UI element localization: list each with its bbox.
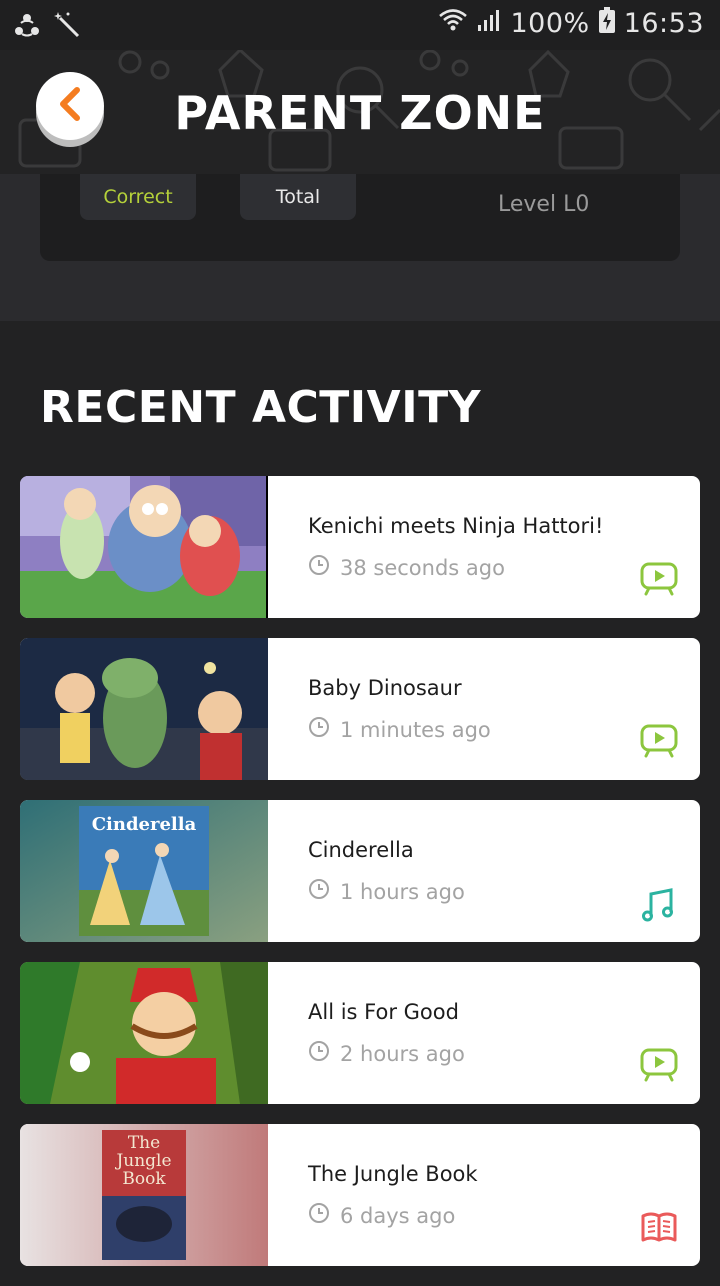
activity-time-text: 1 minutes ago [340, 717, 491, 742]
page-title: PARENT ZONE [174, 86, 546, 140]
activity-item[interactable]: All is For Good 2 hours ago [20, 962, 700, 1104]
battery-charging-icon [598, 6, 616, 41]
activity-time-text: 6 days ago [340, 1203, 456, 1228]
thumbnail-title: The Jungle Book [116, 1133, 172, 1189]
header: PARENT ZONE [0, 50, 720, 174]
stats-card: Correct Total Level L0 [40, 174, 680, 261]
clock-icon [308, 878, 330, 905]
activity-item[interactable]: Cinderella Cinderella 1 hours ago [20, 800, 700, 942]
total-pill: Total [240, 174, 356, 220]
activity-title: The Jungle Book [308, 1162, 478, 1186]
activity-time: 6 days ago [308, 1202, 455, 1229]
signal-icon [476, 7, 502, 40]
activity-time: 1 hours ago [308, 878, 465, 905]
activity-time: 1 minutes ago [308, 716, 491, 743]
activity-title: Baby Dinosaur [308, 676, 462, 700]
video-icon [640, 724, 678, 758]
activity-title: Kenichi meets Ninja Hattori! [308, 514, 604, 538]
clock-icon [308, 554, 330, 581]
status-right: 100% 16:53 [438, 6, 704, 41]
activity-title: Cinderella [308, 838, 414, 862]
activity-item[interactable]: Baby Dinosaur 1 minutes ago [20, 638, 700, 780]
activity-item[interactable]: Kenichi meets Ninja Hattori! 38 seconds … [20, 476, 700, 618]
thumbnail-image [20, 962, 268, 1104]
music-icon [640, 886, 678, 922]
clock-icon [308, 716, 330, 743]
correct-pill: Correct [80, 174, 196, 220]
book-icon [640, 1210, 678, 1244]
status-bar: 100% 16:53 [0, 0, 720, 50]
clock-icon [308, 1040, 330, 1067]
thumbnail-image [20, 638, 268, 780]
magic-wand-icon [52, 10, 82, 44]
recent-activity-title: RECENT ACTIVITY [40, 382, 481, 433]
activity-time: 2 hours ago [308, 1040, 465, 1067]
clock-icon [308, 1202, 330, 1229]
wifi-icon [438, 7, 468, 40]
video-icon [640, 1048, 678, 1082]
thumbnail-image [20, 476, 268, 618]
activity-time-text: 1 hours ago [340, 879, 465, 904]
activity-title: All is For Good [308, 1000, 459, 1024]
activity-time-text: 38 seconds ago [340, 555, 505, 580]
activity-time-text: 2 hours ago [340, 1041, 465, 1066]
video-icon [640, 562, 678, 596]
activity-time: 38 seconds ago [308, 554, 505, 581]
level-label: Level L0 [498, 192, 590, 217]
clock: 16:53 [623, 8, 704, 39]
thumbnail-title: Cinderella [91, 814, 197, 835]
activity-item[interactable]: The Jungle Book The Jungle Book 6 days a… [20, 1124, 700, 1266]
share-icon [12, 10, 42, 44]
battery-percent: 100% [510, 8, 590, 39]
stats-section: Correct Total Level L0 [0, 174, 720, 321]
activity-list: Kenichi meets Ninja Hattori! 38 seconds … [20, 476, 700, 1286]
status-left [12, 10, 82, 44]
